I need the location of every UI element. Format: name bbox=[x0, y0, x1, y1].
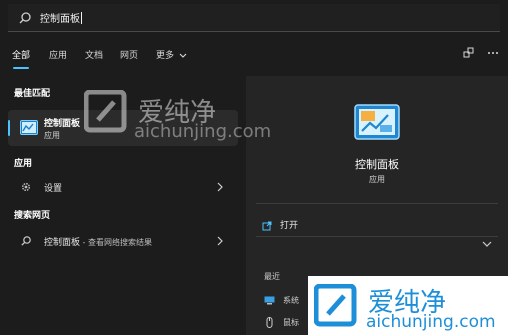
open-label: 打开 bbox=[280, 221, 299, 231]
divider bbox=[256, 203, 498, 204]
recent-item[interactable]: 系统 bbox=[264, 295, 299, 306]
tab-documents[interactable]: 文档 bbox=[85, 48, 103, 61]
recent-heading: 最近 bbox=[264, 272, 280, 281]
control-panel-icon bbox=[354, 104, 400, 140]
best-match-title: 控制面板 bbox=[44, 119, 81, 129]
web-result-item[interactable]: 控制面板 - 查看网络搜索结果 bbox=[8, 229, 238, 253]
text-caret bbox=[81, 11, 82, 24]
app-result-label: 设置 bbox=[44, 184, 63, 194]
mouse-icon bbox=[266, 317, 273, 328]
recent-item-label: 系统 bbox=[283, 296, 299, 305]
more-icon[interactable] bbox=[486, 46, 500, 60]
system-icon bbox=[264, 296, 275, 305]
tab-web[interactable]: 网页 bbox=[120, 48, 138, 61]
selection-indicator bbox=[8, 120, 10, 136]
recent-item[interactable]: 鼠标 bbox=[264, 317, 299, 328]
search-web-icon bbox=[21, 236, 31, 246]
chevron-down-icon[interactable] bbox=[482, 240, 492, 248]
filter-tabs: 全部 应用 文档 网页 更多 bbox=[0, 40, 508, 76]
watermark-corner: 爱纯净 aichunjing.com bbox=[308, 276, 508, 335]
chevron-right-icon bbox=[217, 236, 223, 246]
recent-item-label: 鼠标 bbox=[283, 318, 299, 327]
chevron-right-icon bbox=[217, 182, 223, 192]
tab-more[interactable]: 更多 bbox=[156, 48, 187, 61]
control-panel-icon bbox=[20, 120, 38, 135]
watermark-url: aichunjing.com bbox=[134, 121, 272, 142]
app-result-settings[interactable]: 设置 bbox=[8, 175, 238, 199]
search-query[interactable]: 控制面板 bbox=[40, 10, 80, 25]
tab-apps[interactable]: 应用 bbox=[49, 48, 67, 61]
web-heading: 搜索网页 bbox=[14, 211, 51, 221]
chevron-down-icon bbox=[179, 53, 187, 58]
web-result-query: 控制面板 bbox=[44, 238, 81, 248]
preview-subtitle: 应用 bbox=[369, 175, 385, 184]
search-icon bbox=[19, 11, 31, 23]
watermark-logo bbox=[314, 284, 357, 327]
open-action[interactable]: 打开 bbox=[262, 218, 298, 231]
web-result-suffix: - 查看网络搜索结果 bbox=[80, 238, 152, 247]
divider bbox=[256, 236, 498, 237]
watermark-url: aichunjing.com bbox=[366, 312, 496, 332]
search-box[interactable]: 控制面板 bbox=[8, 4, 500, 32]
settings-gear-icon bbox=[22, 183, 30, 191]
best-match-heading: 最佳匹配 bbox=[14, 89, 51, 99]
open-external-icon bbox=[262, 221, 272, 230]
preview-title: 控制面板 bbox=[355, 158, 399, 171]
tab-all[interactable]: 全部 bbox=[12, 48, 30, 69]
apps-heading: 应用 bbox=[14, 159, 33, 169]
best-match-subtitle: 应用 bbox=[44, 131, 60, 140]
share-icon[interactable] bbox=[462, 46, 476, 60]
watermark-logo bbox=[84, 90, 127, 133]
web-result-label: 控制面板 - 查看网络搜索结果 bbox=[44, 235, 152, 248]
tab-more-label: 更多 bbox=[156, 51, 175, 61]
